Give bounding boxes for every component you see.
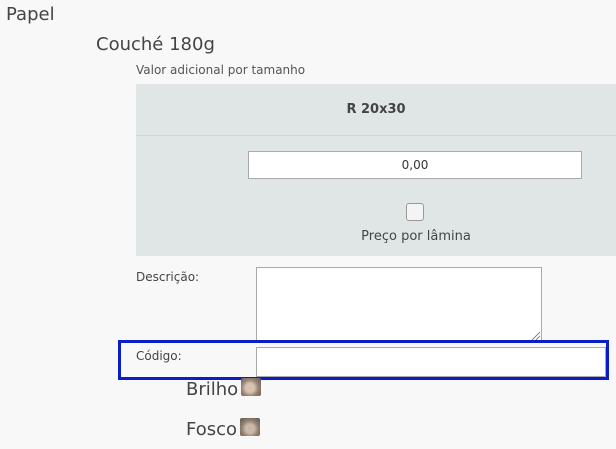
per-sheet-label: Preço por lâmina (361, 229, 471, 244)
size-price-panel: R 20x30 Preço por lâmina (136, 84, 616, 256)
code-label: Código: (136, 349, 182, 363)
resize-grip-icon[interactable] (532, 332, 540, 340)
code-input[interactable] (256, 347, 606, 377)
description-label: Descrição: (136, 270, 200, 284)
brilho-thumbnail-icon (241, 377, 262, 396)
finish-item-brilho[interactable]: Brilho (186, 377, 262, 400)
per-sheet-checkbox[interactable] (406, 203, 424, 221)
paper-settings-page: Papel Couché 180g Valor adicional por ta… (0, 0, 616, 449)
finish-label-fosco: Fosco (186, 419, 238, 440)
size-column-header: R 20x30 (136, 84, 616, 136)
fosco-thumbnail-icon (240, 417, 261, 436)
paper-title: Couché 180g (96, 34, 215, 55)
finish-label-brilho: Brilho (186, 379, 239, 400)
size-price-input[interactable] (248, 151, 582, 179)
finish-item-fosco[interactable]: Fosco (186, 417, 261, 440)
description-textarea[interactable] (256, 267, 542, 342)
section-title: Papel (6, 4, 55, 25)
additional-value-label: Valor adicional por tamanho (136, 63, 306, 77)
